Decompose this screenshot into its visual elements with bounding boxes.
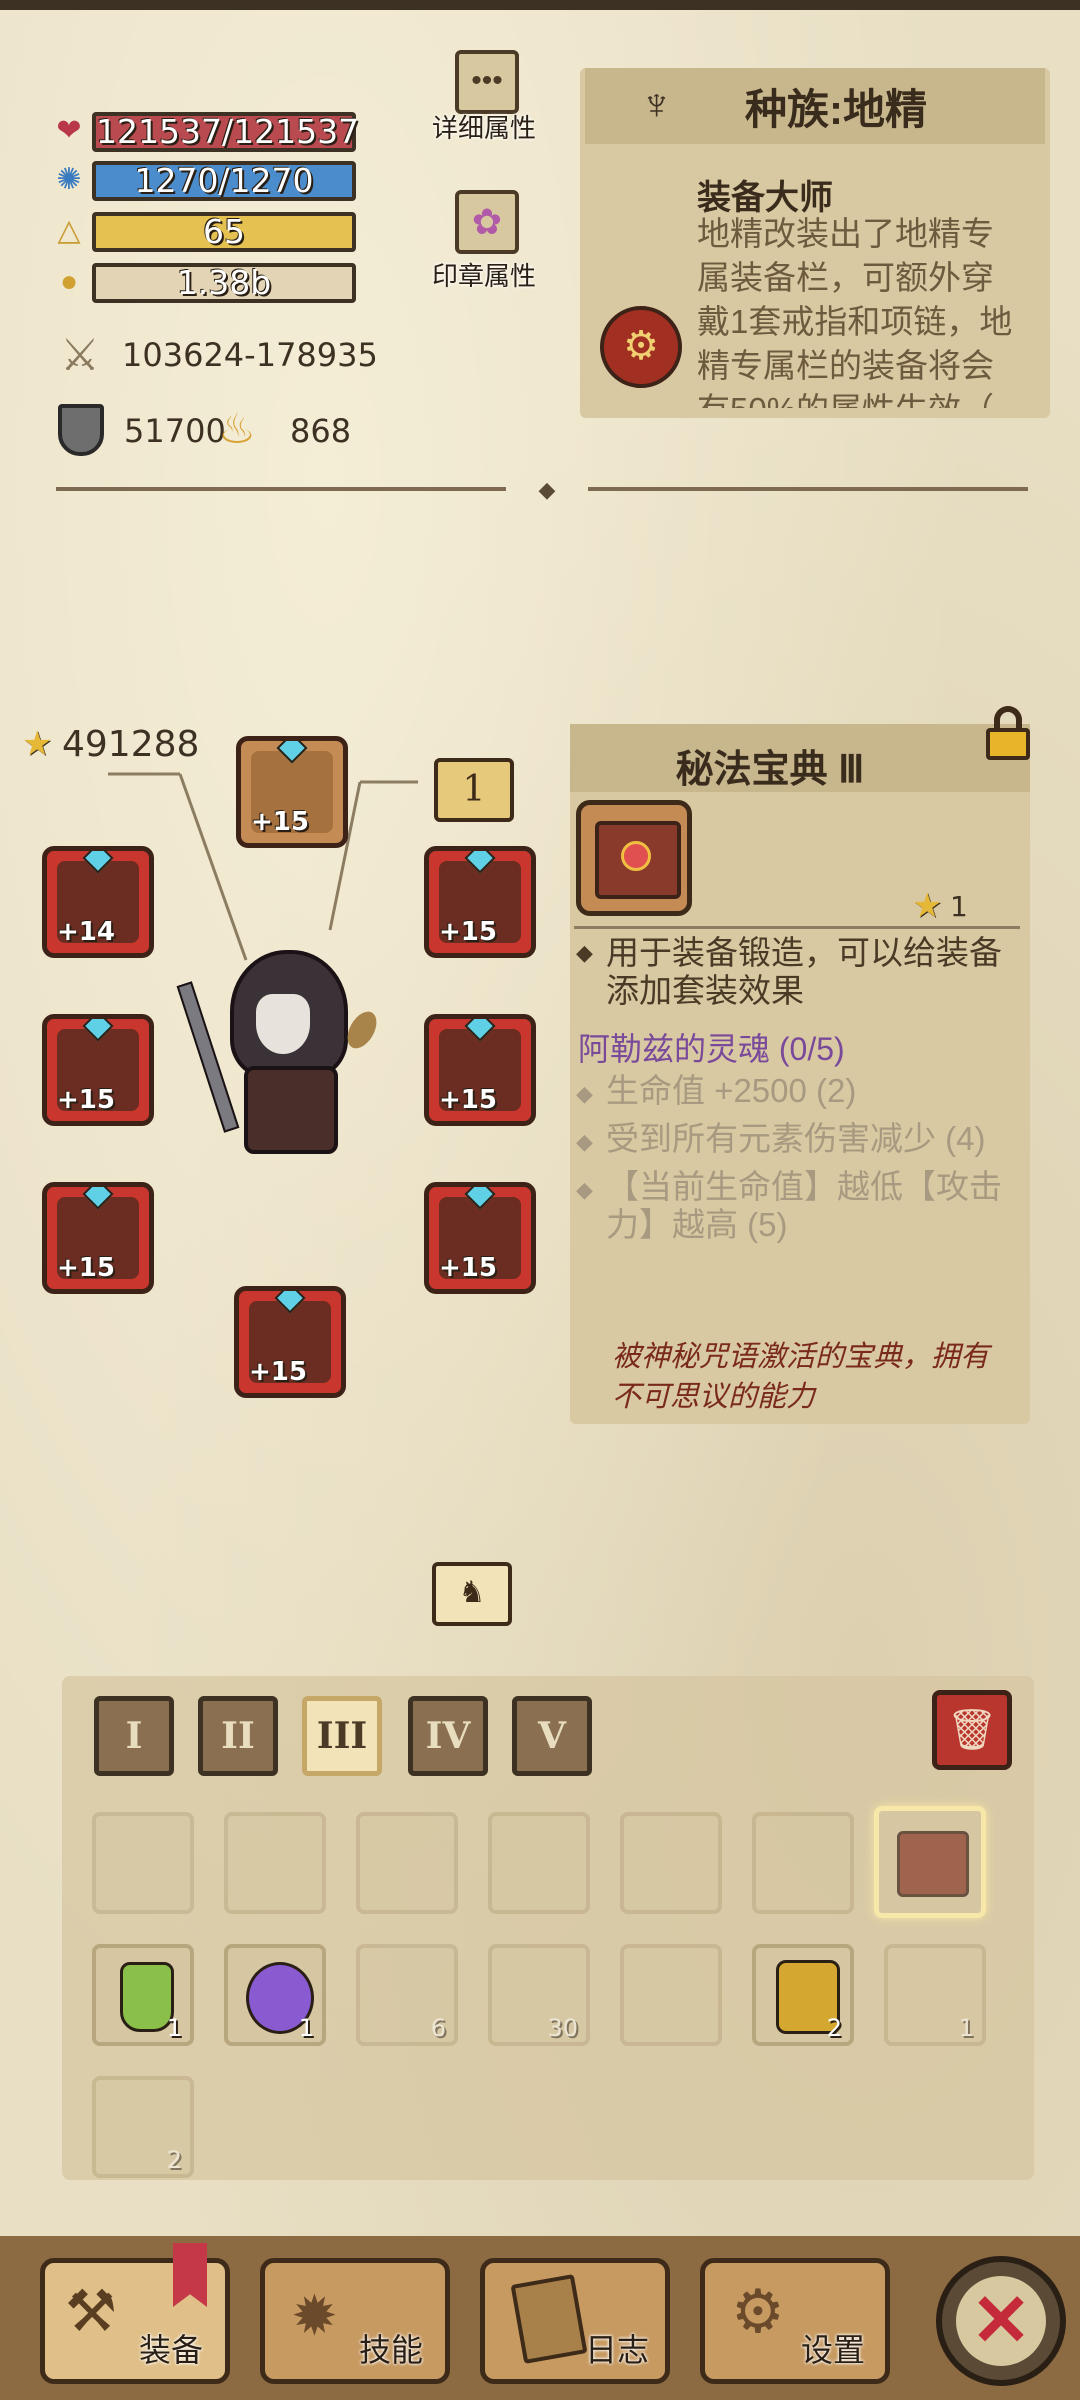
inventory-slot[interactable] [620,1944,722,2046]
equip-slot-helmet[interactable]: +15 [236,736,348,848]
tab-4[interactable]: IV [408,1696,488,1776]
equip-slot-weapon[interactable]: +15 [42,1014,154,1126]
inventory-slot[interactable] [488,1812,590,1914]
close-icon: ✕ [970,2281,1032,2361]
nav-skills-button[interactable]: ✹ 技能 [260,2258,450,2384]
item-star-icon: ★ [912,887,943,925]
item-flavor-text: 被神秘咒语激活的宝典，拥有不可思议的能力 [612,1339,990,1413]
equip-slot-pants[interactable]: +15 [234,1286,346,1398]
item-divider [574,926,1020,929]
nav-log-button[interactable]: 日志 [480,2258,670,2384]
nav-equip-button[interactable]: ⚒ 装备 [40,2243,230,2384]
set-name: 阿勒兹的灵魂 (0/5) [578,1031,845,1067]
inventory-slot[interactable]: 1 [224,1944,326,2046]
inventory-slot[interactable] [752,1812,854,1914]
inventory-slot[interactable] [356,1812,458,1914]
item-description: 用于装备锻造，可以给装备添加套装效果 [606,934,1002,1009]
set-bonus-2: 生命值 +2500 (2) [606,1072,857,1109]
inventory-slot[interactable]: 1 [92,1944,194,2046]
equip-slot-armor[interactable]: +15 [424,1014,536,1126]
slot-counter[interactable]: 1 [434,758,514,822]
bullet-icon: ◆ [576,1081,593,1106]
tab-5[interactable]: V [512,1696,592,1776]
bullet-icon: ◆ [576,1129,593,1154]
sort-button[interactable]: ♞ [432,1562,512,1626]
inventory-slot[interactable]: 30 [488,1944,590,2046]
inventory-slot-selected[interactable] [874,1806,986,1918]
item-title: 秘法宝典 Ⅲ [675,749,865,791]
equip-slot-bracelet[interactable]: +14 [42,846,154,958]
item-stars: 1 [950,890,968,923]
gear-icon: ⚙ [731,2278,785,2345]
inventory-slot[interactable]: 2 [92,2076,194,2178]
nav-settings-button[interactable]: ⚙ 设置 [700,2258,890,2384]
inventory-slot[interactable]: 1 [884,1944,986,2046]
equip-slot-amulet[interactable]: +15 [424,846,536,958]
trash-icon[interactable]: 🗑 [932,1690,1012,1770]
tab-3[interactable]: III [302,1696,382,1776]
skill-rune-icon: ✹ [291,2284,338,2347]
book-icon [897,1831,969,1897]
set-bonus-4: 受到所有元素伤害减少 (4) [606,1120,986,1157]
inventory-slot[interactable]: 6 [356,1944,458,2046]
close-button[interactable]: ✕ [936,2256,1066,2386]
scroll-icon [510,2274,588,2364]
inventory-slot[interactable]: 2 [752,1944,854,2046]
book-icon[interactable] [576,800,692,916]
tab-2[interactable]: II [198,1696,278,1776]
inventory-slot[interactable] [620,1812,722,1914]
inventory-slot[interactable] [224,1812,326,1914]
set-bonus-5: 【当前生命值】越低【攻击力】越高 (5) [606,1168,1002,1243]
lock-icon[interactable] [984,706,1032,762]
equip-slot-gloves[interactable]: +15 [424,1182,536,1294]
character-avatar[interactable] [176,950,383,1170]
inventory-slot[interactable] [92,1812,194,1914]
equip-slot-boots[interactable]: +15 [42,1182,154,1294]
axe-icon: ⚒ [65,2279,117,2344]
bullet-icon: ◆ [576,940,593,965]
bookmark-icon [173,2243,207,2307]
tab-1[interactable]: I [94,1696,174,1776]
bullet-icon: ◆ [576,1177,593,1202]
